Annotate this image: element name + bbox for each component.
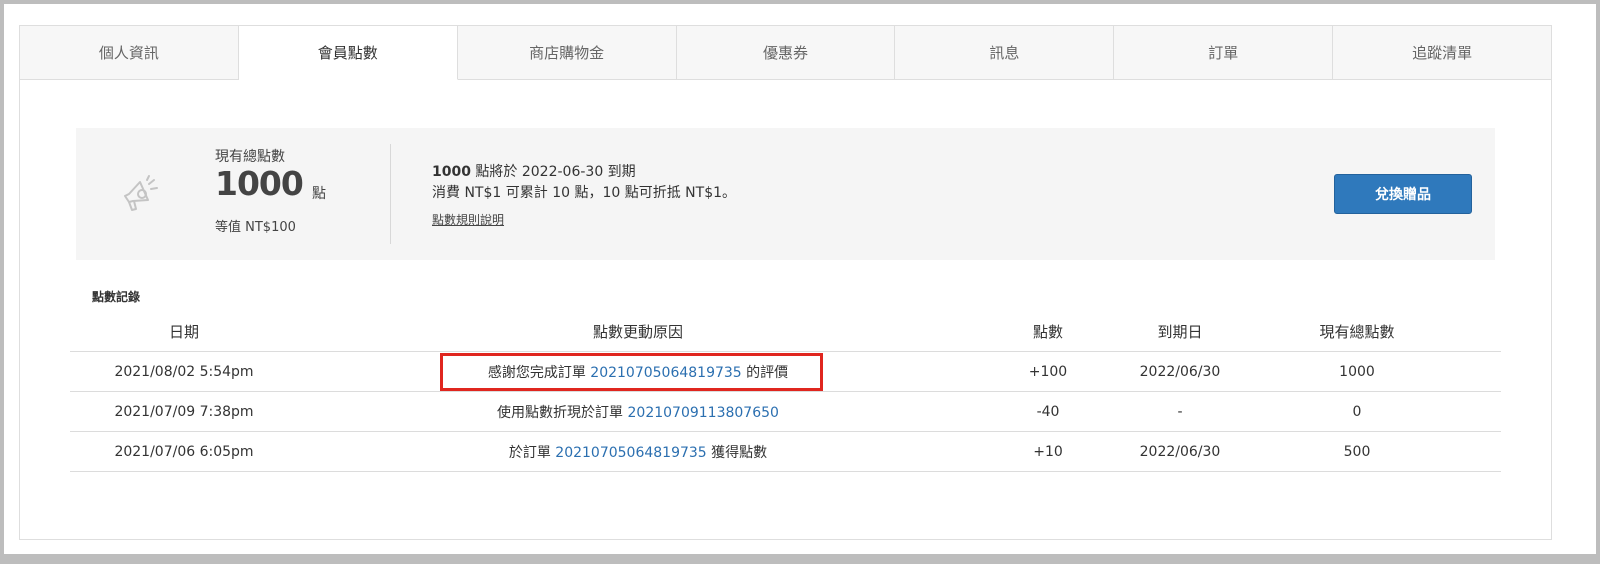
expiry-notice-text: 點將於 2022-06-30 到期 (470, 164, 636, 180)
tab-member-points[interactable]: 會員點數 (238, 26, 458, 80)
expiring-points: 1000 (432, 164, 471, 180)
row-reason: 使用點數折現於訂單 20210709113807650 (298, 402, 978, 422)
tab-profile[interactable]: 個人資訊 (20, 26, 239, 80)
total-points-unit: 點 (312, 186, 326, 202)
total-points-value: 1000 (215, 164, 304, 203)
row-date: 2021/08/02 5:54pm (114, 363, 254, 380)
row-expiry: 2022/06/30 (1139, 363, 1221, 380)
row-points: +10 (1033, 443, 1063, 460)
megaphone-icon (120, 174, 162, 214)
tab-coupons[interactable]: 優惠券 (676, 26, 896, 80)
reason-prefix: 感謝您完成訂單 (487, 364, 591, 381)
points-equivalent: 等值 NT$100 (215, 220, 296, 235)
tab-messages[interactable]: 訊息 (895, 26, 1115, 80)
row-date: 2021/07/06 6:05pm (114, 443, 254, 460)
row-reason: 於訂單 20210705064819735 獲得點數 (298, 442, 978, 462)
order-link[interactable]: 20210705064819735 (555, 445, 706, 461)
row-date: 2021/07/09 7:38pm (114, 403, 254, 420)
reason-suffix: 獲得點數 (706, 444, 768, 461)
tab-wishlist[interactable]: 追蹤清單 (1333, 26, 1552, 80)
reason-suffix: 的評價 (741, 364, 789, 381)
earn-rate-text: 消費 NT$1 可累計 10 點，10 點可折抵 NT$1。 (432, 185, 737, 201)
total-points-label: 現有總點數 (215, 149, 285, 165)
header-reason: 點數更動原因 (592, 322, 683, 341)
redeem-gift-button[interactable]: 兌換贈品 (1334, 174, 1472, 214)
tab-orders[interactable]: 訂單 (1114, 26, 1334, 80)
row-points: +100 (1028, 363, 1068, 380)
points-rules-link[interactable]: 點數規則說明 (432, 211, 504, 228)
account-tabs: 個人資訊 會員點數 商店購物金 優惠券 訊息 訂單 追蹤清單 (20, 26, 1552, 80)
expiry-notice: 1000 點將於 2022-06-30 到期 (432, 161, 636, 181)
row-total: 1000 (1339, 363, 1375, 380)
row-total: 500 (1343, 443, 1371, 460)
table-row: 2021/08/02 5:54pm 感謝您完成訂單 20210705064819… (70, 352, 1501, 392)
row-reason: 感謝您完成訂單 20210705064819735 的評價 (298, 362, 978, 382)
header-points: 點數 (1032, 322, 1063, 341)
points-records-table: 日期 點數更動原因 點數 到期日 現有總點數 2021/08/02 5:54pm… (70, 311, 1501, 472)
member-panel: 個人資訊 會員點數 商店購物金 優惠券 訊息 訂單 追蹤清單 現有總點數 100… (19, 25, 1552, 540)
summary-divider (390, 144, 391, 244)
header-total: 現有總點數 (1319, 322, 1395, 341)
row-points: -40 (1036, 403, 1060, 420)
points-summary: 現有總點數 1000 點 等值 NT$100 1000 點將於 2022-06-… (76, 128, 1495, 260)
row-expiry: - (1177, 403, 1183, 420)
header-date: 日期 (168, 322, 199, 341)
order-link[interactable]: 20210705064819735 (590, 365, 741, 381)
screenshot-frame: 個人資訊 會員點數 商店購物金 優惠券 訊息 訂單 追蹤清單 現有總點數 100… (0, 0, 1600, 564)
reason-prefix: 於訂單 (508, 444, 556, 461)
tab-store-credit[interactable]: 商店購物金 (457, 26, 677, 80)
header-expiry: 到期日 (1157, 322, 1203, 341)
row-total: 0 (1352, 403, 1362, 420)
records-title: 點數記錄 (92, 290, 141, 304)
table-header: 日期 點數更動原因 點數 到期日 現有總點數 (70, 311, 1501, 352)
order-link[interactable]: 20210709113807650 (628, 405, 779, 421)
reason-prefix: 使用點數折現於訂單 (497, 404, 628, 421)
row-expiry: 2022/06/30 (1139, 443, 1221, 460)
table-row: 2021/07/06 6:05pm 於訂單 20210705064819735 … (70, 432, 1501, 472)
table-row: 2021/07/09 7:38pm 使用點數折現於訂單 202107091138… (70, 392, 1501, 432)
